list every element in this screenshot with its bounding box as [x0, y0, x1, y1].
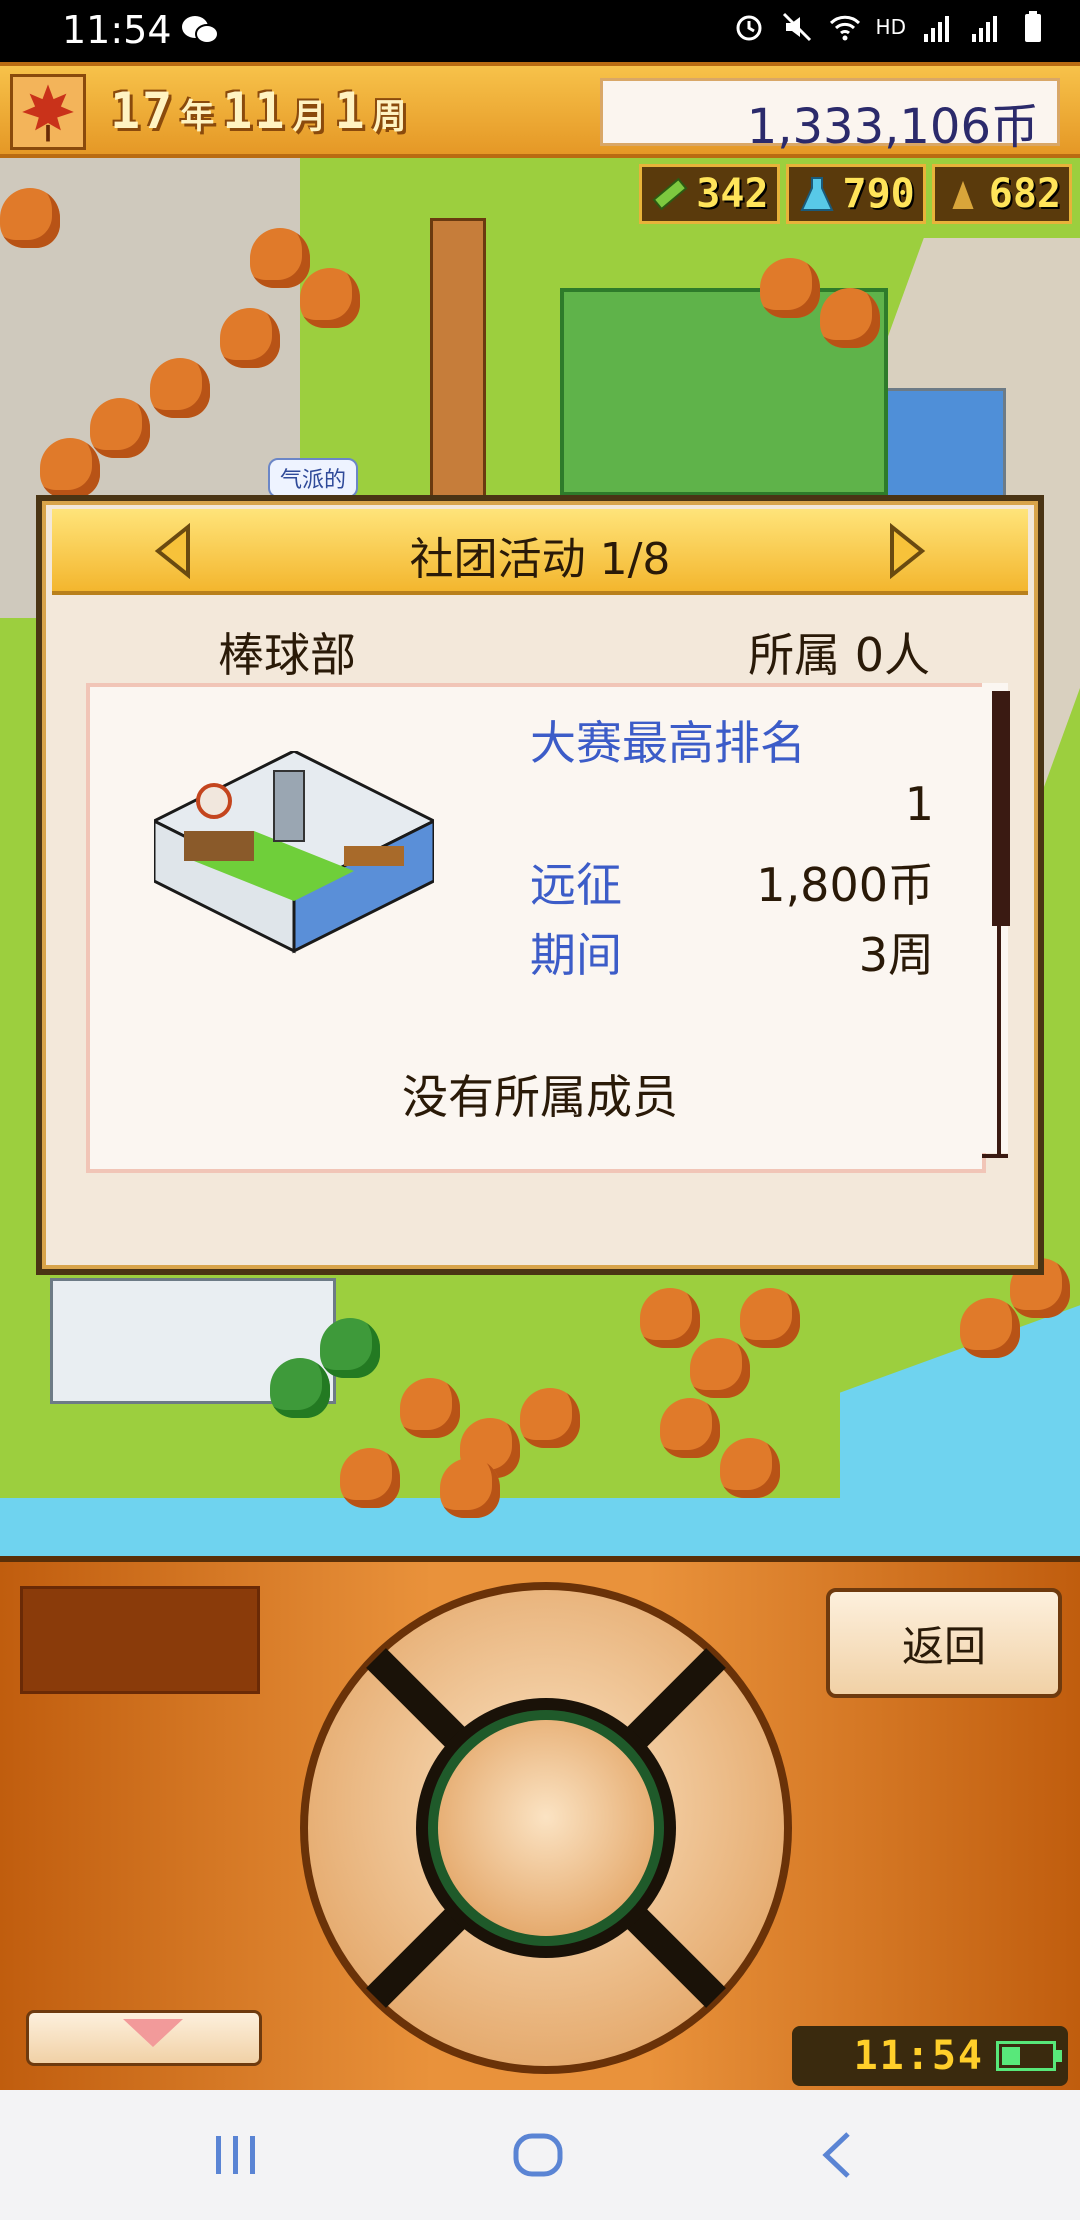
toggle-down-button[interactable]	[26, 2010, 262, 2066]
period-label: 期间	[530, 928, 622, 982]
no-members-message: 没有所属成员	[402, 1070, 678, 1124]
club-name: 棒球部	[218, 628, 356, 682]
research-points-value: 790	[842, 171, 915, 217]
clock-time: 11:54	[853, 2033, 984, 2079]
tournament-label: 大赛最高排名	[530, 716, 806, 770]
down-arrow-icon	[123, 2019, 183, 2047]
autumn-tree	[760, 258, 820, 318]
scrollbar-track	[997, 926, 1001, 1156]
river	[0, 1498, 1080, 1556]
study-points-value: 342	[696, 171, 769, 217]
autumn-tree	[150, 358, 210, 418]
date-year: 17	[110, 82, 175, 140]
battery-icon	[1025, 11, 1041, 42]
date-week-unit: 周	[372, 97, 409, 137]
info-box	[20, 1586, 260, 1694]
status-bubble: 气派的	[268, 458, 359, 498]
signal-3g-icon	[972, 16, 997, 42]
trophy-icon	[949, 175, 977, 211]
wifi-icon	[829, 15, 860, 41]
status-bar: 11:54 HD	[0, 0, 1080, 62]
network-label: HD	[875, 15, 906, 39]
club-activity-dialog: 社团活动 1/8 棒球部 所属 0人 大赛最高排名 1 远征 1,800币 期间…	[36, 495, 1044, 1275]
autumn-tree	[0, 188, 60, 248]
autumn-tree	[640, 1288, 700, 1348]
autumn-tree	[250, 228, 310, 288]
back-button[interactable]: 返回	[826, 1588, 1062, 1698]
flask-icon	[799, 177, 834, 211]
pencil-icon	[652, 177, 688, 211]
autumn-tree	[400, 1378, 460, 1438]
status-time: 11:54	[62, 8, 172, 52]
research-points: 790	[785, 164, 926, 224]
autumn-tree	[90, 398, 150, 458]
green-pine-tree	[320, 1318, 380, 1378]
autumn-tree	[820, 288, 880, 348]
mute-icon	[782, 12, 811, 42]
autumn-tree	[340, 1448, 400, 1508]
top-hud: 17 年 11 月 1 周 1,333,106币	[0, 62, 1080, 158]
scrollbar-end	[982, 1154, 1008, 1158]
totem-pole	[430, 218, 486, 514]
alarm-icon	[736, 15, 762, 41]
battery-level-icon	[996, 2041, 1062, 2071]
maple-leaf-icon	[10, 74, 86, 150]
autumn-tree	[40, 438, 100, 498]
autumn-tree	[660, 1398, 720, 1458]
autumn-tree	[740, 1288, 800, 1348]
date-month-unit: 月	[292, 97, 329, 137]
tournament-value: 1	[904, 777, 934, 831]
status-icons: HD	[732, 10, 1050, 44]
signal-4g-icon	[924, 16, 949, 42]
trophy-points: 682	[931, 164, 1072, 224]
money-display: 1,333,106币	[600, 78, 1060, 155]
date-year-unit: 年	[180, 97, 217, 137]
club-room-illustration	[154, 751, 434, 954]
autumn-tree	[300, 268, 360, 328]
autumn-tree	[520, 1388, 580, 1448]
autumn-tree	[960, 1298, 1020, 1358]
date-week: 1	[334, 82, 367, 140]
money-value: 1,333,106币	[746, 99, 1039, 155]
autumn-tree	[220, 308, 280, 368]
wechat-icon	[182, 16, 219, 44]
autumn-tree	[440, 1458, 500, 1518]
android-nav-bar	[0, 2090, 1080, 2220]
autumn-tree	[690, 1338, 750, 1398]
study-points: 342	[639, 164, 780, 224]
period-value: 3周	[858, 928, 934, 982]
home-icon[interactable]	[508, 2130, 568, 2180]
dialog-header: 社团活动 1/8	[52, 509, 1028, 595]
member-count: 所属 0人	[748, 628, 930, 682]
resource-counters: 342 790 682	[639, 164, 1072, 224]
green-pine-tree	[270, 1358, 330, 1418]
control-panel: 返回 11:54	[0, 1556, 1080, 2090]
trophy-points-value: 682	[988, 171, 1061, 217]
game-clock: 11:54	[792, 2026, 1068, 2086]
dialog-title: 社团活动 1/8	[409, 534, 671, 585]
next-arrow-icon[interactable]	[884, 523, 928, 579]
dpad-icon[interactable]	[296, 1578, 796, 2078]
date-month: 11	[222, 82, 287, 140]
recent-apps-icon[interactable]	[206, 2130, 266, 2180]
autumn-tree	[720, 1438, 780, 1498]
scrollbar-thumb[interactable]	[992, 691, 1010, 926]
expedition-label: 远征	[530, 858, 622, 912]
back-nav-icon[interactable]	[808, 2130, 868, 2180]
expedition-value: 1,800币	[756, 858, 934, 912]
game-date: 17 年 11 月 1 周	[110, 82, 409, 140]
